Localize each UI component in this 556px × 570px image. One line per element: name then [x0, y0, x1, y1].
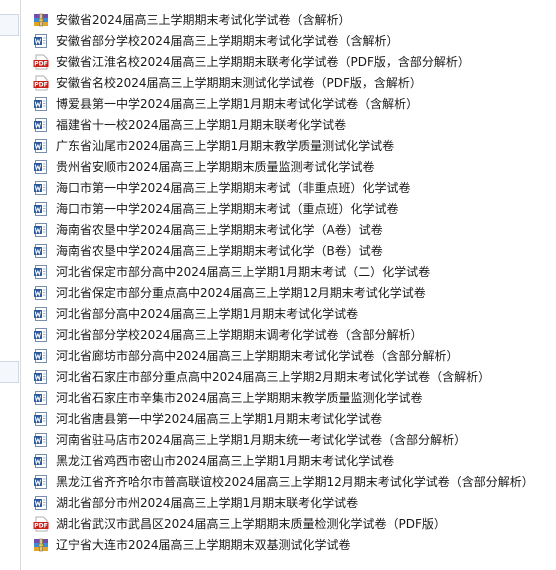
word-doc-icon	[33, 369, 49, 385]
file-name: 湖北省武汉市武昌区2024届高三上学期期末质量检测化学试卷（PDF版）	[56, 516, 446, 531]
word-doc-icon	[33, 306, 49, 322]
file-item[interactable]: 安徽省部分学校2024届高三上学期期末考试化学试卷（含解析）	[33, 30, 534, 51]
archive-icon	[33, 12, 49, 28]
file-item[interactable]: 贵州省安顺市2024届高三上学期期末质量监测考试化学试卷	[33, 156, 534, 177]
explorer-window: 安徽省2024届高三上学期期末考试化学试卷（含解析） 安徽省部分学校2024届高三…	[0, 0, 556, 570]
file-name: 海口市第一中学2024届高三上学期期末考试（重点班）化学试卷	[56, 201, 399, 216]
file-item[interactable]: PDF 湖北省武汉市武昌区2024届高三上学期期末质量检测化学试卷（PDF版）	[33, 513, 534, 534]
file-name: 河南省驻马店市2024届高三上学期1月期末统一考试化学试卷（含部分解析）	[56, 432, 467, 447]
file-item[interactable]: 河北省石家庄市部分重点高中2024届高三上学期2月期末考试化学试卷（含解析）	[33, 366, 534, 387]
file-name: 福建省十一校2024届高三上学期1月期末联考化学试卷	[56, 117, 347, 132]
file-name: 海口市第一中学2024届高三上学期期末考试（非重点班）化学试卷	[56, 180, 411, 195]
file-item[interactable]: 河北省保定市部分高中2024届高三上学期1月期末考试（二）化学试卷	[33, 261, 534, 282]
word-doc-icon	[33, 243, 49, 259]
file-name: 河北省保定市部分高中2024届高三上学期1月期末考试（二）化学试卷	[56, 264, 431, 279]
file-item[interactable]: 辽宁省大连市2024届高三上学期期末双基测试化学试卷	[33, 534, 534, 555]
file-item[interactable]: 海口市第一中学2024届高三上学期期末考试（重点班）化学试卷	[33, 198, 534, 219]
file-item[interactable]: PDF 安徽省名校2024届高三上学期期末测试化学试卷（PDF版，含解析）	[33, 72, 534, 93]
file-name: 安徽省2024届高三上学期期末考试化学试卷（含解析）	[56, 12, 351, 27]
file-item[interactable]: 河北省部分学校2024届高三上学期期末调考化学试卷（含部分解析）	[33, 324, 534, 345]
word-doc-icon	[33, 390, 49, 406]
word-doc-icon	[33, 348, 49, 364]
file-item[interactable]: 海南省农垦中学2024届高三上学期期末考试化学（A卷）试卷	[33, 219, 534, 240]
navigation-pane[interactable]	[0, 0, 21, 570]
nav-pane-item[interactable]	[0, 361, 19, 383]
svg-text:PDF: PDF	[34, 60, 47, 67]
file-name: 河北省石家庄市辛集市2024届高三上学期期末教学质量监测化学试卷	[56, 390, 423, 405]
word-doc-icon	[33, 411, 49, 427]
file-item[interactable]: 河北省石家庄市辛集市2024届高三上学期期末教学质量监测化学试卷	[33, 387, 534, 408]
file-item[interactable]: 河南省驻马店市2024届高三上学期1月期末统一考试化学试卷（含部分解析）	[33, 429, 534, 450]
word-doc-icon	[33, 432, 49, 448]
word-doc-icon	[33, 474, 49, 490]
svg-text:PDF: PDF	[34, 81, 47, 88]
word-doc-icon	[33, 180, 49, 196]
file-name: 湖北省部分市州2024届高三上学期1月期末联考化学试卷	[56, 495, 359, 510]
file-name: 贵州省安顺市2024届高三上学期期末质量监测考试化学试卷	[56, 159, 375, 174]
file-item[interactable]: 安徽省2024届高三上学期期末考试化学试卷（含解析）	[33, 9, 534, 30]
word-doc-icon	[33, 159, 49, 175]
word-doc-icon	[33, 495, 49, 511]
word-doc-icon	[33, 201, 49, 217]
file-name: 海南省农垦中学2024届高三上学期期末考试化学（A卷）试卷	[56, 222, 383, 237]
file-item[interactable]: 河北省廊坊市部分高中2024届高三上学期期末考试化学试卷（含部分解析）	[33, 345, 534, 366]
file-name: 河北省部分学校2024届高三上学期期末调考化学试卷（含部分解析）	[56, 327, 423, 342]
file-name: 博爱县第一中学2024届高三上学期1月期末考试化学试卷（含解析）	[56, 96, 419, 111]
word-doc-icon	[33, 117, 49, 133]
file-name: 河北省廊坊市部分高中2024届高三上学期期末考试化学试卷（含部分解析）	[56, 348, 459, 363]
pdf-icon: PDF	[33, 75, 49, 91]
word-doc-icon	[33, 264, 49, 280]
file-item[interactable]: 博爱县第一中学2024届高三上学期1月期末考试化学试卷（含解析）	[33, 93, 534, 114]
file-name: 安徽省部分学校2024届高三上学期期末考试化学试卷（含解析）	[56, 33, 399, 48]
word-doc-icon	[33, 453, 49, 469]
file-item[interactable]: 河北省保定市部分重点高中2024届高三上学期12月期末考试化学试卷	[33, 282, 534, 303]
file-item[interactable]: 海口市第一中学2024届高三上学期期末考试（非重点班）化学试卷	[33, 177, 534, 198]
file-name: 河北省石家庄市部分重点高中2024届高三上学期2月期末考试化学试卷（含解析）	[56, 369, 491, 384]
file-item[interactable]: 黑龙江省鸡西市密山市2024届高三上学期1月期末考试化学试卷	[33, 450, 534, 471]
file-item[interactable]: 河北省部分高中2024届高三上学期1月期末考试化学试卷	[33, 303, 534, 324]
word-doc-icon	[33, 138, 49, 154]
pdf-icon: PDF	[33, 516, 49, 532]
word-doc-icon	[33, 33, 49, 49]
file-item[interactable]: 河北省唐县第一中学2024届高三上学期1月期末考试化学试卷	[33, 408, 534, 429]
file-list: 安徽省2024届高三上学期期末考试化学试卷（含解析） 安徽省部分学校2024届高三…	[33, 9, 534, 555]
file-name: 海南省农垦中学2024届高三上学期期末考试化学（B卷）试卷	[56, 243, 383, 258]
file-name: 辽宁省大连市2024届高三上学期期末双基测试化学试卷	[56, 537, 351, 552]
svg-text:PDF: PDF	[34, 522, 47, 529]
file-item[interactable]: 海南省农垦中学2024届高三上学期期末考试化学（B卷）试卷	[33, 240, 534, 261]
file-name: 河北省唐县第一中学2024届高三上学期1月期末考试化学试卷	[56, 411, 383, 426]
file-name: 黑龙江省齐齐哈尔市普高联谊校2024届高三上学期12月期末考试化学试卷（含部分解…	[56, 474, 534, 489]
file-item[interactable]: 湖北省部分市州2024届高三上学期1月期末联考化学试卷	[33, 492, 534, 513]
word-doc-icon	[33, 285, 49, 301]
nav-pane-item[interactable]	[0, 14, 19, 36]
file-item[interactable]: PDF 安徽省江淮名校2024届高三上学期期末联考化学试卷（PDF版，含部分解析）	[33, 51, 534, 72]
file-name: 安徽省江淮名校2024届高三上学期期末联考化学试卷（PDF版，含部分解析）	[56, 54, 470, 69]
file-item[interactable]: 黑龙江省齐齐哈尔市普高联谊校2024届高三上学期12月期末考试化学试卷（含部分解…	[33, 471, 534, 492]
file-name: 黑龙江省鸡西市密山市2024届高三上学期1月期末考试化学试卷	[56, 453, 395, 468]
file-name: 河北省保定市部分重点高中2024届高三上学期12月期末考试化学试卷	[56, 285, 426, 300]
file-name: 河北省部分高中2024届高三上学期1月期末考试化学试卷	[56, 306, 359, 321]
file-name: 安徽省名校2024届高三上学期期末测试化学试卷（PDF版，含解析）	[56, 75, 422, 90]
word-doc-icon	[33, 327, 49, 343]
file-item[interactable]: 广东省汕尾市2024届高三上学期1月期末教学质量测试化学试卷	[33, 135, 534, 156]
file-item[interactable]: 福建省十一校2024届高三上学期1月期末联考化学试卷	[33, 114, 534, 135]
archive-icon	[33, 537, 49, 553]
file-name: 广东省汕尾市2024届高三上学期1月期末教学质量测试化学试卷	[56, 138, 395, 153]
word-doc-icon	[33, 222, 49, 238]
word-doc-icon	[33, 96, 49, 112]
pdf-icon: PDF	[33, 54, 49, 70]
